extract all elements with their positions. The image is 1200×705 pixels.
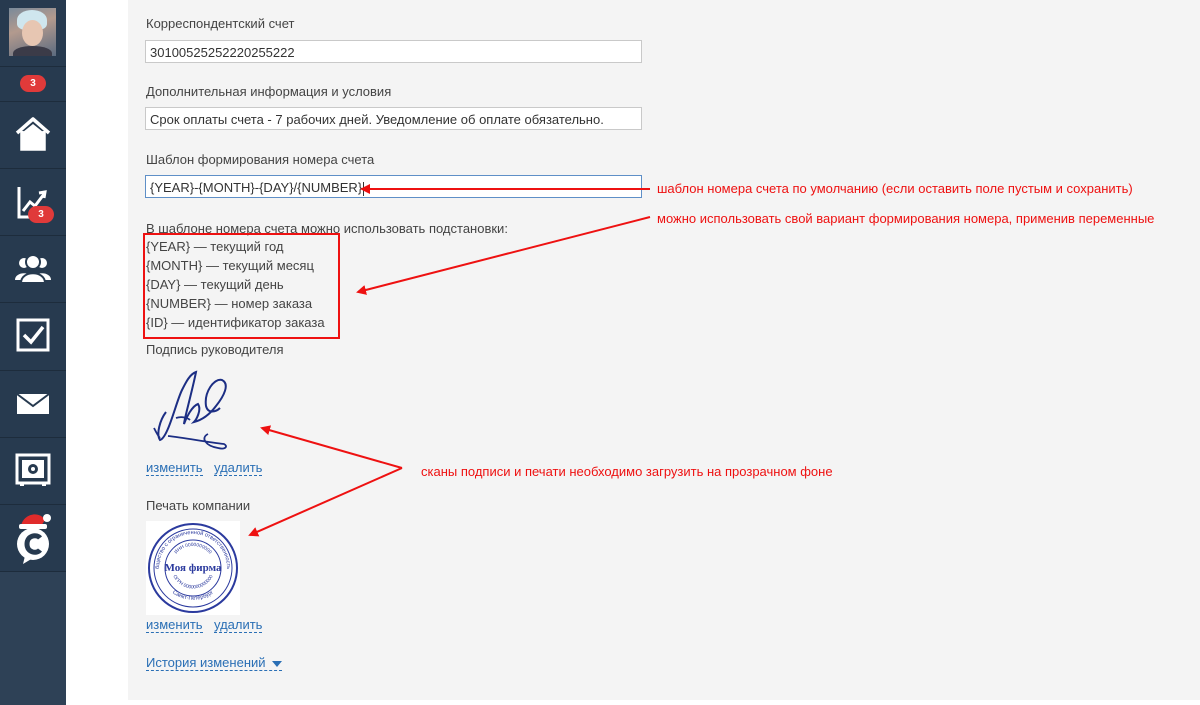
annotation-scans: сканы подписи и печати необходимо загруз… — [421, 464, 833, 479]
arrow — [248, 467, 403, 537]
annotation-own-variant: можно использовать свой вариант формиров… — [657, 211, 1155, 226]
annotation-default-template: шаблон номера счета по умолчанию (если о… — [657, 181, 1133, 196]
arrow — [260, 425, 403, 469]
arrow — [356, 216, 651, 295]
annotation-arrows — [248, 184, 651, 537]
